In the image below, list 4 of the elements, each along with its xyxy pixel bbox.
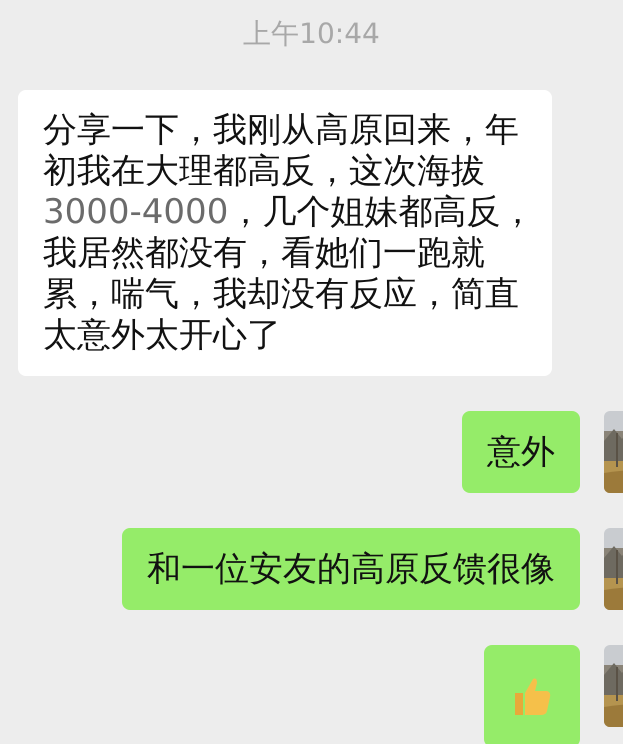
timestamp: 上午10:44 [243,16,380,52]
message-text: 分享一下，我刚从高原回来，年初我在大理都高反，这次海拔 3000-4000，几个姐妹都高反，我居然都没有，看她们一跑就累，喘气，我却没有反应，简直太意外太开心了 [43,110,536,356]
message-text: 意外 [487,431,555,473]
message-text: 和一位安友的高原反馈很像 [147,548,555,590]
